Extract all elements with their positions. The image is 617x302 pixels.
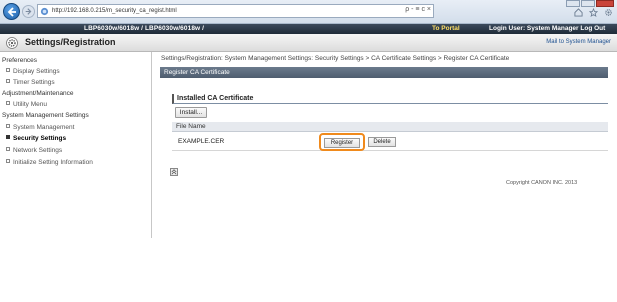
browser-toolbar-icons — [574, 7, 613, 18]
arrow-right-icon — [25, 8, 32, 15]
sidebar-item-display-settings[interactable]: Display Settings — [0, 67, 152, 76]
sidebar: Preferences Display Settings Timer Setti… — [0, 52, 152, 238]
home-icon[interactable] — [574, 8, 583, 17]
sidebar-item-system-management[interactable]: System Management — [0, 123, 152, 132]
sidebar-item-network-settings[interactable]: Network Settings — [0, 146, 152, 155]
device-name: LBP6030w/6018w / LBP6030w/6018w / — [84, 25, 205, 32]
bullet-icon — [6, 124, 10, 128]
page-heading: Register CA Certificate — [160, 67, 608, 78]
certificate-table: File Name EXAMPLE.CER Register Delete — [172, 122, 608, 151]
sidebar-item-label: Security Settings — [13, 135, 67, 142]
installed-ca-certificate-section: Installed CA Certificate Install... File… — [172, 94, 608, 151]
sidebar-item-label: Display Settings — [13, 68, 60, 75]
forward-button[interactable] — [22, 5, 35, 18]
sidebar-item-label: System Management — [13, 124, 75, 131]
page-titlebar: Settings/Registration Mail to System Man… — [0, 34, 617, 52]
sidebar-item-label: Timer Settings — [13, 79, 55, 86]
install-button[interactable]: Install... — [175, 107, 207, 118]
minimize-button[interactable] — [566, 0, 580, 7]
bullet-icon — [6, 135, 10, 139]
file-name-cell: EXAMPLE.CER — [178, 138, 225, 145]
column-header-file-name: File Name — [172, 122, 608, 132]
delete-button[interactable]: Delete — [368, 137, 396, 147]
scroll-to-top-button[interactable] — [170, 168, 178, 176]
sidebar-heading-adjustment-maintenance[interactable]: Adjustment/Maintenance — [0, 89, 152, 98]
section-title: Installed CA Certificate — [172, 94, 608, 104]
settings-icon — [6, 37, 18, 49]
breadcrumb: Settings/Registration: System Management… — [161, 55, 510, 62]
bullet-icon — [6, 101, 10, 105]
back-button[interactable] — [3, 3, 20, 20]
login-user-info[interactable]: Login User: System Manager Log Out — [489, 25, 605, 32]
page-title: Settings/Registration — [25, 37, 116, 47]
table-row: EXAMPLE.CER Register Delete — [172, 132, 608, 151]
mail-system-manager-link[interactable]: Mail to System Manager — [546, 39, 611, 45]
sidebar-item-security-settings[interactable]: Security Settings — [0, 134, 152, 143]
bullet-icon — [6, 79, 10, 83]
close-window-button[interactable] — [596, 0, 614, 7]
to-portal-link[interactable]: To Portal — [432, 25, 460, 32]
sidebar-item-timer-settings[interactable]: Timer Settings — [0, 78, 152, 87]
window-controls — [566, 0, 614, 7]
sidebar-heading-preferences[interactable]: Preferences — [0, 56, 152, 65]
address-tools[interactable]: ρ - ≡ c × — [405, 6, 431, 13]
sidebar-item-label: Utility Menu — [13, 101, 47, 108]
url-text: http://192.168.0.215/m_security_ca_regis… — [52, 8, 177, 14]
site-icon — [40, 7, 49, 15]
chevron-up-icon — [171, 169, 177, 175]
arrow-left-icon — [7, 6, 16, 17]
address-bar[interactable]: http://192.168.0.215/m_security_ca_regis… — [37, 4, 434, 18]
sidebar-item-label: Network Settings — [13, 147, 63, 154]
sidebar-heading-system-management-settings[interactable]: System Management Settings — [0, 111, 152, 120]
maximize-button[interactable] — [581, 0, 595, 7]
copyright-text: Copyright CANON INC. 2013 — [506, 180, 578, 186]
sidebar-item-label: Initialize Setting Information — [13, 159, 93, 166]
device-header: LBP6030w/6018w / LBP6030w/6018w / To Por… — [0, 24, 617, 34]
bullet-icon — [6, 68, 10, 72]
register-button[interactable]: Register — [324, 138, 360, 148]
register-highlight: Register — [319, 133, 365, 151]
sidebar-item-utility-menu[interactable]: Utility Menu — [0, 100, 152, 109]
sidebar-item-initialize-setting-information[interactable]: Initialize Setting Information — [0, 158, 152, 167]
star-icon[interactable] — [588, 7, 599, 18]
bullet-icon — [6, 159, 10, 163]
browser-chrome: http://192.168.0.215/m_security_ca_regis… — [0, 0, 617, 24]
bullet-icon — [6, 147, 10, 151]
gear-icon[interactable] — [604, 8, 613, 17]
